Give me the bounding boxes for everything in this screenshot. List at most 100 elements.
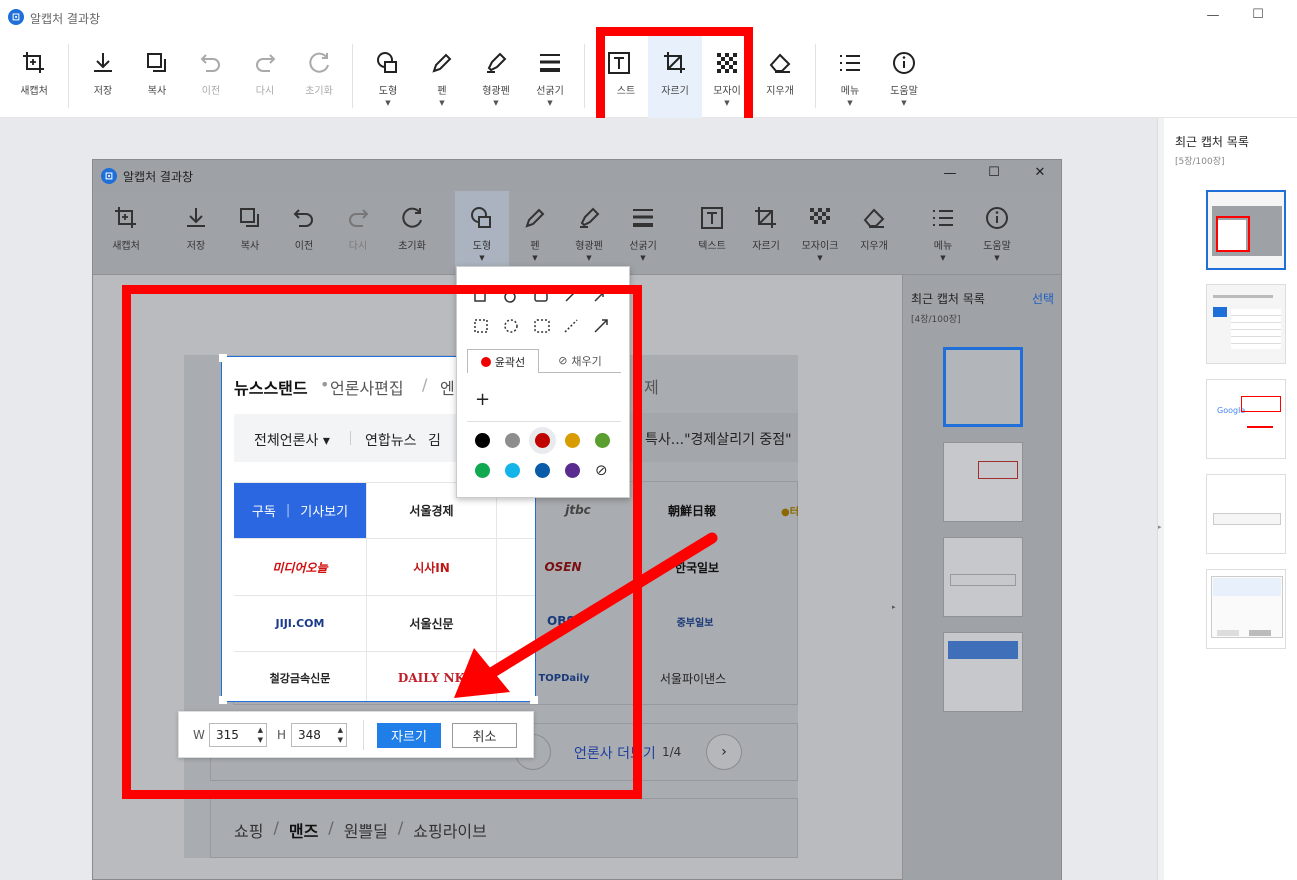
inner-tool: 새캡처 xyxy=(99,191,153,275)
highlighter-icon xyxy=(487,52,507,73)
minimize-icon: — xyxy=(943,166,957,181)
pen-icon xyxy=(432,53,452,73)
maximize-icon[interactable]: ☐ xyxy=(1243,7,1273,22)
list-menu-icon xyxy=(933,210,953,226)
reset-button[interactable]: 초기화 xyxy=(292,34,346,118)
eraser-icon xyxy=(863,208,885,228)
chevron-down-icon: ▼ xyxy=(532,254,538,262)
inner-tool: 도움말 ▼ xyxy=(970,191,1024,275)
line-width-button[interactable]: 선굵기 ▼ xyxy=(523,34,577,118)
capture-thumbnail[interactable]: Google xyxy=(1206,379,1286,459)
copy-icon xyxy=(147,53,166,72)
refresh-icon xyxy=(402,207,422,228)
inner-sidebar-title: 최근 캡처 목록 xyxy=(911,292,985,306)
inner-tool: 메뉴 ▼ xyxy=(916,191,970,275)
copy-button[interactable]: 복사 xyxy=(130,34,184,118)
save-button[interactable]: 저장 xyxy=(76,34,130,118)
download-icon xyxy=(187,208,205,227)
shape-icon xyxy=(471,207,491,228)
chevron-down-icon: ▼ xyxy=(493,99,499,107)
stepper-icon[interactable]: ▲ ▼ xyxy=(258,725,263,745)
height-input[interactable]: 348 ▲ ▼ xyxy=(291,723,347,747)
inner-toolbar: 새캡처 저장 복사 이전 다시 초기화 도형 ▼ 펜 ▼ 형광펜 ▼ 선굵기 ▼ 텍스트… xyxy=(93,191,1061,275)
ns-shop-item: 원쁠딜 xyxy=(343,822,388,841)
inner-title-bar: ⊡ 알캡처 결과창 — ☐ ✕ xyxy=(93,160,1061,191)
new-capture-button[interactable]: 새캡처 xyxy=(7,34,61,118)
crop-cancel-button[interactable]: 취소 xyxy=(452,723,517,748)
shape-button[interactable]: 도형 ▼ xyxy=(361,34,415,118)
sidebar-title: 최근 캡처 목록 xyxy=(1175,135,1249,149)
inner-window-title: 알캡처 결과창 xyxy=(123,170,194,184)
ns-shop-sep: / xyxy=(273,818,279,837)
crop-size-panel: W 315 ▲ ▼ H 348 ▲ ▼ 자르기 취소 xyxy=(178,711,534,758)
info-icon xyxy=(986,207,1008,229)
mosaic-icon xyxy=(810,208,830,224)
list-menu-icon xyxy=(840,55,860,71)
ns-econ: 제 xyxy=(644,378,659,397)
chevron-down-icon: ▼ xyxy=(994,254,1000,262)
redo-button[interactable]: 다시 xyxy=(238,34,292,118)
highlighter-icon xyxy=(580,207,600,228)
highlighter-button[interactable]: 형광펜 ▼ xyxy=(469,34,523,118)
chevron-down-icon: ▼ xyxy=(817,254,823,262)
chevron-down-icon: ▼ xyxy=(439,99,445,107)
undo-button[interactable]: 이전 xyxy=(184,34,238,118)
eraser-button[interactable]: 지우개 xyxy=(753,34,807,118)
width-input[interactable]: 315 ▲ ▼ xyxy=(209,723,267,747)
ns-shop-item: 쇼핑 xyxy=(234,822,264,841)
ns-shop-item: 맨즈 xyxy=(288,822,319,841)
chevron-down-icon: ▼ xyxy=(586,254,592,262)
capture-thumbnail[interactable] xyxy=(1206,284,1286,364)
ns-shopping: 쇼핑 / 맨즈 / 원쁠딜 / 쇼핑라이브 xyxy=(234,818,487,842)
height-label: H xyxy=(277,728,287,742)
eraser-icon xyxy=(769,53,791,73)
inner-sidebar-toggle: ▸ xyxy=(892,603,896,611)
crop-icon xyxy=(755,207,776,228)
inner-tool: 초기화 xyxy=(385,191,439,275)
shape-icon xyxy=(377,52,397,73)
redo-icon xyxy=(256,54,276,72)
inner-tool: 지우개 xyxy=(847,191,901,275)
close-icon: ✕ xyxy=(1034,165,1046,180)
inner-tool: 이전 xyxy=(277,191,331,275)
capture-thumbnail[interactable] xyxy=(1206,474,1286,554)
chevron-down-icon: ▼ xyxy=(847,99,853,107)
info-icon xyxy=(893,52,915,74)
help-button[interactable]: 도움말 ▼ xyxy=(877,34,931,118)
capture-thumbnail[interactable] xyxy=(1206,569,1286,649)
inner-select-link: 선택 xyxy=(1032,292,1055,306)
pen-button[interactable]: 펜 ▼ xyxy=(415,34,469,118)
chevron-down-icon: ▼ xyxy=(479,254,485,262)
undo-icon xyxy=(200,54,220,72)
minimize-icon[interactable]: — xyxy=(1198,8,1228,23)
ns-shop-sep: / xyxy=(328,818,334,837)
refresh-icon xyxy=(309,52,329,73)
crop-plus-icon xyxy=(115,207,136,228)
copy-icon xyxy=(240,208,259,227)
ns-logo: ●터 xyxy=(781,506,799,518)
inner-tool: 도형 ▼ xyxy=(455,191,509,275)
stepper-icon[interactable]: ▲ ▼ xyxy=(338,725,343,745)
sidebar-count: [5장/100장] xyxy=(1175,157,1225,167)
undo-icon xyxy=(293,209,313,227)
inner-tool: 저장 xyxy=(169,191,223,275)
pen-icon xyxy=(525,208,545,228)
menu-button[interactable]: 메뉴 ▼ xyxy=(823,34,877,118)
ns-ticker-headline: 특사..."경제살리기 중점" xyxy=(645,432,792,448)
red-arrow-annotation xyxy=(454,532,718,698)
sidebar-toggle[interactable]: ▸ xyxy=(1157,118,1164,880)
crop-confirm-button[interactable]: 자르기 xyxy=(377,723,441,748)
inner-thumbnail xyxy=(943,347,1023,427)
inner-thumbnail xyxy=(943,537,1023,617)
inner-tool: 모자이크 ▼ xyxy=(793,191,847,275)
inner-tool: 형광펜 ▼ xyxy=(562,191,616,275)
redo-icon xyxy=(349,209,369,227)
chevron-down-icon: ▼ xyxy=(547,99,553,107)
capture-thumbnail[interactable] xyxy=(1206,190,1286,270)
chevron-down-icon: ▼ xyxy=(640,254,646,262)
inner-tool: 복사 xyxy=(223,191,277,275)
app-logo-icon: ⊡ xyxy=(101,168,117,184)
ns-shop-sep: / xyxy=(397,818,404,837)
ns-next-icon: › xyxy=(706,734,742,770)
ns-shop-item: 쇼핑라이브 xyxy=(413,822,487,841)
